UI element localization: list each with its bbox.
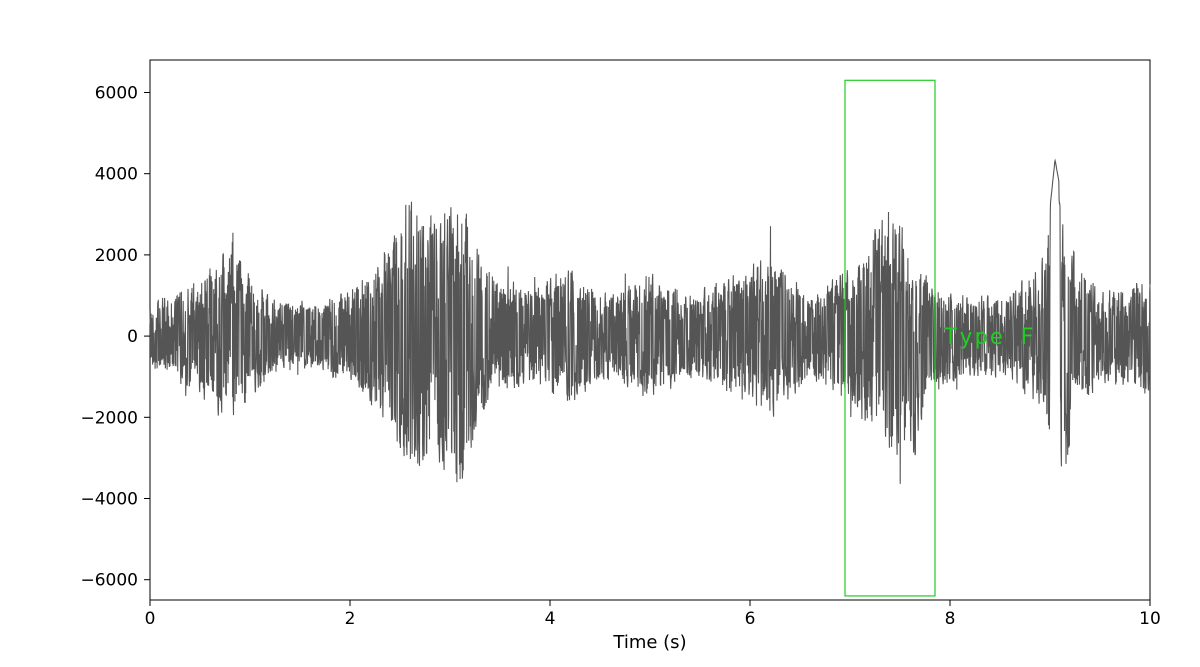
y-tick-label: 4000: [95, 165, 138, 185]
x-tick-label: 0: [145, 609, 156, 629]
x-tick-label: 8: [945, 609, 956, 629]
y-tick-label: −6000: [80, 571, 138, 591]
waveform-chart: Type F 0 2 4 6 8 10 −6000 −4000 −2000 0 2000 4000 600…: [0, 0, 1200, 667]
x-tick-label: 10: [1139, 609, 1161, 629]
x-tick-label: 2: [345, 609, 356, 629]
x-tick-label: 4: [545, 609, 556, 629]
y-tick-label: −4000: [80, 489, 138, 509]
y-tick-label: 2000: [95, 246, 138, 266]
y-tick-label: 0: [127, 327, 138, 347]
chart-svg: Type F 0 2 4 6 8 10 −6000 −4000 −2000 0 2000 4000 600…: [0, 0, 1200, 667]
x-axis-label: Time (s): [612, 632, 686, 653]
x-tick-label: 6: [745, 609, 756, 629]
signal-line: [150, 161, 1150, 484]
y-tick-label: −2000: [80, 408, 138, 428]
annotation-label: Type F: [944, 325, 1035, 350]
y-tick-label: 6000: [95, 83, 138, 103]
